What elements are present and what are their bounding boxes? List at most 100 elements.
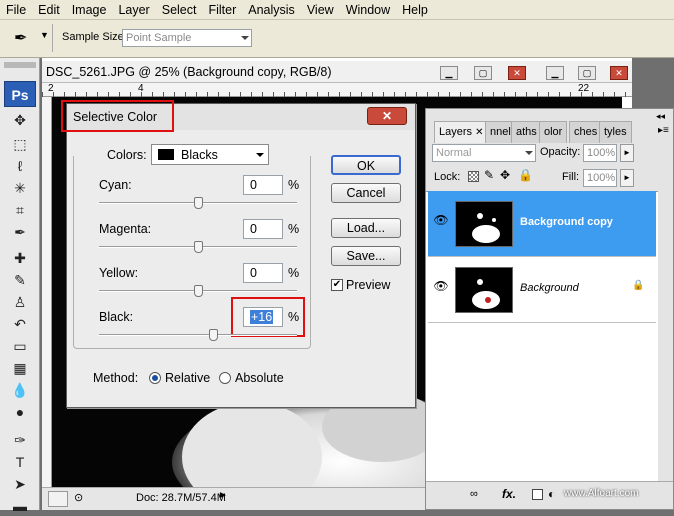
document-title-bar: DSC_5261.JPG @ 25% (Background copy, RGB… <box>42 61 632 83</box>
ok-button[interactable]: OK <box>331 155 401 175</box>
sample-size-value: Point Sample <box>126 32 192 44</box>
toolbox-grip[interactable] <box>4 62 36 68</box>
close-button[interactable]: ✕ <box>508 66 526 80</box>
black-slider-thumb[interactable] <box>209 329 219 341</box>
minimize-button-2[interactable]: ▁ <box>546 66 564 80</box>
yellow-slider-thumb[interactable] <box>193 285 203 297</box>
opacity-value: 100% <box>587 147 616 159</box>
cyan-input[interactable]: 0 <box>243 175 283 195</box>
menu-window[interactable]: Window <box>340 0 396 20</box>
menu-analysis[interactable]: Analysis <box>242 0 301 20</box>
save-button[interactable]: Save... <box>331 246 401 266</box>
magenta-slider-thumb[interactable] <box>193 241 203 253</box>
magenta-input[interactable]: 0 <box>243 219 283 239</box>
opacity-slider-button[interactable]: ► <box>620 144 634 162</box>
cancel-button[interactable]: Cancel <box>331 183 401 203</box>
move-tool-icon[interactable]: ✥ <box>8 110 32 130</box>
black-label: Black: <box>99 310 134 324</box>
chevron-down-icon[interactable]: ▼ <box>40 30 49 40</box>
eyedropper-tool-icon[interactable]: ✒ <box>8 222 32 242</box>
history-brush-tool-icon[interactable]: ↶ <box>8 314 32 334</box>
lock-label: Lock: <box>434 171 461 183</box>
blend-mode-select[interactable]: Normal <box>432 144 536 162</box>
relative-radio[interactable] <box>149 372 161 384</box>
sample-size-select[interactable]: Point Sample <box>122 29 252 47</box>
dodge-tool-icon[interactable]: ● <box>8 402 32 422</box>
collapse-panel-icon[interactable]: ◂◂ <box>656 111 665 122</box>
menu-file[interactable]: File <box>0 0 32 20</box>
black-highlight-box <box>231 297 305 337</box>
brush-tool-icon[interactable]: ✎ <box>8 270 32 290</box>
cyan-slider-thumb[interactable] <box>193 197 203 209</box>
black-slider-track[interactable] <box>99 334 297 336</box>
menu-layer[interactable]: Layer <box>112 0 155 20</box>
clone-stamp-tool-icon[interactable]: ♙ <box>8 292 32 312</box>
eraser-tool-icon[interactable]: ▭ <box>8 336 32 356</box>
layer-row-background[interactable]: 👁 Background 🔒 <box>428 257 656 323</box>
dialog-close-button[interactable]: ✕ <box>367 107 407 125</box>
type-tool-icon[interactable]: T <box>8 452 32 472</box>
lock-transparency-icon[interactable] <box>468 171 479 182</box>
adjustment-layer-icon[interactable]: ◐ <box>548 487 555 501</box>
shape-tool-icon[interactable]: ▬ <box>8 496 32 516</box>
tab-color[interactable]: olor <box>539 121 568 143</box>
panel-menu-icon[interactable]: ▸≡ <box>658 125 669 136</box>
menu-filter[interactable]: Filter <box>202 0 242 20</box>
menu-select[interactable]: Select <box>156 0 203 20</box>
fill-slider-button[interactable]: ► <box>620 169 634 187</box>
eyedropper-icon[interactable]: ✒ <box>14 28 27 48</box>
maximize-button-2[interactable]: ▢ <box>578 66 596 80</box>
tab-layers[interactable]: Layers ✕ <box>434 121 489 143</box>
zoom-field[interactable] <box>48 491 68 507</box>
toolbox: Ps ✥ ⬚ ℓ ✳ ⌗ ✒ ✚ ✎ ♙ ↶ ▭ ▦ 💧 ● ✑ T ➤ ▬ <box>0 58 40 514</box>
close-button-2[interactable]: ✕ <box>610 66 628 80</box>
lock-all-icon[interactable]: 🔒 <box>518 168 533 182</box>
opacity-input[interactable]: 100% <box>583 144 617 162</box>
layers-panel: ◂◂ Layers ✕ nnels aths olor ches tyles ▸… <box>425 108 674 510</box>
marquee-tool-icon[interactable]: ⬚ <box>8 134 32 154</box>
maximize-button[interactable]: ▢ <box>474 66 492 80</box>
load-button[interactable]: Load... <box>331 218 401 238</box>
tab-paths[interactable]: aths <box>511 121 542 143</box>
layer-row-background-copy[interactable]: 👁 Background copy <box>428 191 656 257</box>
magic-wand-tool-icon[interactable]: ✳ <box>8 178 32 198</box>
link-layers-icon[interactable]: ∞ <box>470 488 478 500</box>
fx-icon[interactable]: fx. <box>502 487 516 501</box>
layers-footer: ∞ fx. ◐ www.Alfoart.com <box>426 481 673 509</box>
layer-name: Background <box>520 282 579 294</box>
radio-dot <box>152 375 158 381</box>
absolute-label: Absolute <box>235 371 284 385</box>
status-icon[interactable]: ⊙ <box>74 491 83 504</box>
blur-tool-icon[interactable]: 💧 <box>8 380 32 400</box>
tab-layers-label: Layers <box>439 126 473 138</box>
menu-edit[interactable]: Edit <box>32 0 66 20</box>
colors-label: Colors: <box>107 148 147 162</box>
horizontal-ruler: 2 4 22 <box>42 83 632 97</box>
yellow-input[interactable]: 0 <box>243 263 283 283</box>
colors-select[interactable]: Blacks <box>151 144 269 165</box>
lasso-tool-icon[interactable]: ℓ <box>8 156 32 176</box>
menu-view[interactable]: View <box>301 0 340 20</box>
add-mask-icon[interactable] <box>532 489 543 500</box>
eye-icon[interactable]: 👁 <box>432 213 450 231</box>
healing-brush-tool-icon[interactable]: ✚ <box>8 248 32 268</box>
path-selection-tool-icon[interactable]: ➤ <box>8 474 32 494</box>
pen-tool-icon[interactable]: ✑ <box>8 430 32 450</box>
status-menu-arrow-icon[interactable]: ► <box>218 490 228 501</box>
crop-tool-icon[interactable]: ⌗ <box>8 200 32 220</box>
menu-help[interactable]: Help <box>396 0 434 20</box>
tab-styles[interactable]: tyles <box>599 121 632 143</box>
method-label: Method: <box>93 371 139 385</box>
absolute-radio[interactable] <box>219 372 231 384</box>
title-highlight-box <box>61 100 174 132</box>
preview-checkbox[interactable]: ✔ <box>331 279 343 291</box>
close-tab-icon[interactable]: ✕ <box>475 127 483 138</box>
eye-icon[interactable]: 👁 <box>432 279 450 297</box>
lock-pixels-icon[interactable]: ✎ <box>484 168 494 182</box>
gradient-tool-icon[interactable]: ▦ <box>8 358 32 378</box>
menu-image[interactable]: Image <box>66 0 113 20</box>
minimize-button[interactable]: ▁ <box>440 66 458 80</box>
fill-input[interactable]: 100% <box>583 169 617 187</box>
lock-position-icon[interactable]: ✥ <box>500 168 510 182</box>
tab-swatches[interactable]: ches <box>569 121 603 143</box>
